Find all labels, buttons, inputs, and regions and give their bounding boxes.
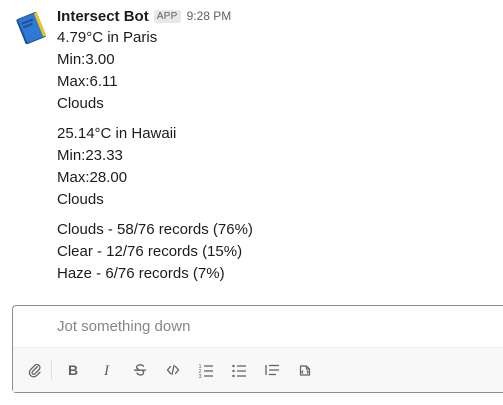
weather-paris: 4.79°C in Paris Min:3.00 Max:6.11 Clouds [57, 27, 497, 115]
weather-hawaii: 25.14°C in Hawaii Min:23.33 Max:28.00 Cl… [57, 123, 497, 211]
message-line: Min:3.00 [57, 51, 115, 68]
code-block-icon[interactable] [295, 360, 315, 380]
message-line: Max:28.00 [57, 169, 128, 186]
message: Intersect Bot APP 9:28 PM 4.79°C in Pari… [57, 6, 497, 285]
sender-name[interactable]: Intersect Bot [57, 8, 149, 25]
message-composer[interactable]: Jot something down B I 123 [12, 305, 503, 393]
blockquote-icon[interactable] [262, 360, 282, 380]
italic-icon[interactable]: I [97, 360, 117, 380]
message-line: Haze - 6/76 records (7%) [57, 265, 225, 282]
svg-text:3: 3 [199, 374, 202, 378]
toolbar-divider [51, 360, 52, 380]
message-line: Clouds - 58/76 records (76%) [57, 221, 253, 238]
timestamp[interactable]: 9:28 PM [187, 9, 232, 23]
paperclip-icon[interactable] [25, 360, 45, 380]
bulleted-list-icon[interactable] [229, 360, 249, 380]
app-badge: APP [153, 9, 181, 23]
bot-avatar[interactable] [12, 10, 48, 46]
bold-icon[interactable]: B [63, 360, 83, 380]
message-line: Clear - 12/76 records (15%) [57, 243, 243, 260]
weather-summary: Clouds - 58/76 records (76%) Clear - 12/… [57, 219, 497, 285]
notebook-icon [16, 12, 46, 45]
message-line: Clouds [57, 95, 104, 112]
message-line: Min:23.33 [57, 147, 123, 164]
message-line: Max:6.11 [57, 73, 118, 90]
formatting-toolbar: B I 123 [13, 347, 503, 392]
message-line: Clouds [57, 191, 104, 208]
strikethrough-icon[interactable] [130, 360, 150, 380]
composer-placeholder[interactable]: Jot something down [57, 318, 190, 335]
message-header: Intersect Bot APP 9:28 PM [57, 6, 497, 26]
message-line: 25.14°C in Hawaii [57, 125, 177, 142]
svg-text:I: I [103, 363, 110, 378]
code-icon[interactable] [163, 360, 183, 380]
ordered-list-icon[interactable]: 123 [196, 360, 216, 380]
svg-text:B: B [68, 362, 78, 378]
message-line: 4.79°C in Paris [57, 29, 158, 46]
